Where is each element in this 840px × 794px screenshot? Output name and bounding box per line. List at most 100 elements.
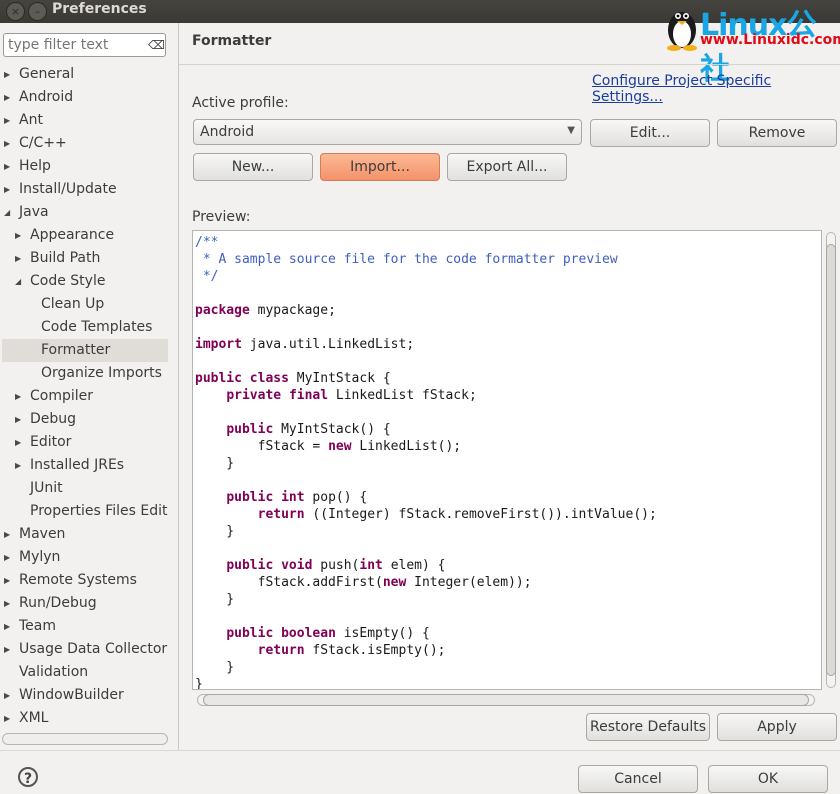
- watermark-logo: Linux公社 www.Linuxidc.com: [662, 0, 840, 87]
- preference-tree[interactable]: ▶ General ▶ Android ▶ Ant ▶ C/C++ ▶ Help ▶ Install/…: [0, 63, 168, 733]
- tree-item-usage-data-collector[interactable]: ▶ Usage Data Collector: [2, 638, 168, 661]
- tree-item-label: Editor: [30, 434, 72, 450]
- tree-item-clean-up[interactable]: Clean Up: [2, 293, 168, 316]
- configure-project-settings-link[interactable]: Configure Project Specific Settings...: [592, 73, 840, 105]
- code-preview[interactable]: /** * A sample source file for the code …: [192, 230, 822, 690]
- restore-defaults-button[interactable]: Restore Defaults: [586, 713, 710, 741]
- profile-combo[interactable]: Android ▼: [193, 119, 582, 145]
- expand-arrow-icon[interactable]: ▶: [4, 63, 14, 86]
- code-line: return ((Integer) fStack.removeFirst()).…: [257, 507, 657, 522]
- tree-item-label: Android: [19, 89, 74, 105]
- tree-item-build-path[interactable]: ▶ Build Path: [2, 247, 168, 270]
- code-line: return fStack.isEmpty();: [257, 643, 446, 658]
- import-profile-button[interactable]: Import...: [320, 153, 440, 181]
- remove-button[interactable]: Remove: [717, 119, 837, 147]
- tree-item-debug[interactable]: ▶ Debug: [2, 408, 168, 431]
- expand-arrow-icon[interactable]: ▶: [15, 385, 25, 408]
- preview-horizontal-scroll-thumb[interactable]: [203, 694, 809, 706]
- close-icon[interactable]: ×: [6, 2, 25, 21]
- expand-arrow-icon[interactable]: ▶: [4, 592, 14, 615]
- tree-item-label: Appearance: [30, 227, 115, 243]
- tree-item-label: JUnit: [30, 480, 63, 496]
- expand-arrow-icon[interactable]: ▶: [4, 546, 14, 569]
- expand-arrow-icon[interactable]: ▶: [4, 155, 14, 178]
- tree-item-label: Installed JREs: [30, 457, 125, 473]
- tree-item-label: Build Path: [30, 250, 101, 266]
- tree-item-compiler[interactable]: ▶ Compiler: [2, 385, 168, 408]
- tree-horizontal-scrollbar[interactable]: [2, 733, 168, 745]
- expand-arrow-icon[interactable]: ▶: [4, 109, 14, 132]
- tree-item-maven[interactable]: ▶ Maven: [2, 523, 168, 546]
- expand-arrow-icon[interactable]: ▶: [4, 178, 14, 201]
- preview-vertical-scrollbar[interactable]: [824, 230, 838, 690]
- watermark-url: www.Linuxidc.com: [700, 32, 840, 48]
- tree-item-c-c[interactable]: ▶ C/C++: [2, 132, 168, 155]
- new-profile-button[interactable]: New...: [193, 153, 313, 181]
- tree-item-label: General: [19, 66, 75, 82]
- filter-box[interactable]: ⌫: [3, 33, 166, 57]
- apply-button[interactable]: Apply: [717, 713, 837, 741]
- expand-arrow-icon[interactable]: ▶: [4, 638, 14, 661]
- tree-item-help[interactable]: ▶ Help: [2, 155, 168, 178]
- expand-arrow-icon[interactable]: ▶: [15, 247, 25, 270]
- tree-item-label: Java: [19, 204, 49, 220]
- code-line: public MyIntStack() {: [226, 422, 391, 437]
- header-separator: [179, 64, 840, 65]
- expand-arrow-icon[interactable]: ▶: [4, 684, 14, 707]
- filter-input[interactable]: [8, 36, 143, 54]
- tree-item-formatter[interactable]: Formatter: [2, 339, 168, 362]
- expand-arrow-icon[interactable]: ▶: [4, 523, 14, 546]
- tree-item-mylyn[interactable]: ▶ Mylyn: [2, 546, 168, 569]
- expand-arrow-icon[interactable]: ▶: [4, 86, 14, 109]
- expand-arrow-icon[interactable]: ▶: [4, 615, 14, 638]
- tree-item-label: Help: [19, 158, 51, 174]
- code-line: private final LinkedList fStack;: [226, 388, 477, 403]
- preview-vertical-scroll-thumb[interactable]: [826, 244, 836, 676]
- tree-item-ant[interactable]: ▶ Ant: [2, 109, 168, 132]
- tree-item-properties-files-edito[interactable]: Properties Files Edito: [2, 500, 168, 523]
- expand-arrow-icon[interactable]: ▶: [15, 431, 25, 454]
- tree-item-general[interactable]: ▶ General: [2, 63, 168, 86]
- tree-item-team[interactable]: ▶ Team: [2, 615, 168, 638]
- tree-item-label: Remote Systems: [19, 572, 137, 588]
- tree-item-organize-imports[interactable]: Organize Imports: [2, 362, 168, 385]
- collapse-arrow-icon[interactable]: ◢: [4, 201, 14, 224]
- tree-item-appearance[interactable]: ▶ Appearance: [2, 224, 168, 247]
- edit-button[interactable]: Edit...: [590, 119, 710, 147]
- tree-item-code-style[interactable]: ◢ Code Style: [2, 270, 168, 293]
- tree-item-windowbuilder[interactable]: ▶ WindowBuilder: [2, 684, 168, 707]
- tree-item-label: Team: [19, 618, 57, 634]
- minimize-icon[interactable]: –: [28, 2, 47, 21]
- tree-item-code-templates[interactable]: Code Templates: [2, 316, 168, 339]
- collapse-arrow-icon[interactable]: ◢: [15, 270, 25, 293]
- tree-item-android[interactable]: ▶ Android: [2, 86, 168, 109]
- expand-arrow-icon[interactable]: ▶: [4, 707, 14, 730]
- tree-item-install-update[interactable]: ▶ Install/Update: [2, 178, 168, 201]
- ok-button[interactable]: OK: [708, 765, 828, 793]
- clear-filter-icon[interactable]: ⌫: [148, 38, 165, 52]
- tree-item-java[interactable]: ◢ Java: [2, 201, 168, 224]
- export-all-button[interactable]: Export All...: [447, 153, 567, 181]
- cancel-button[interactable]: Cancel: [578, 765, 698, 793]
- tree-item-label: Compiler: [30, 388, 94, 404]
- preview-label: Preview:: [192, 209, 251, 225]
- tree-item-xml[interactable]: ▶ XML: [2, 707, 168, 730]
- expand-arrow-icon[interactable]: ▶: [4, 569, 14, 592]
- pane-divider[interactable]: [178, 23, 179, 750]
- expand-arrow-icon[interactable]: ▶: [4, 132, 14, 155]
- preview-horizontal-scrollbar[interactable]: [193, 692, 822, 708]
- tree-item-run-debug[interactable]: ▶ Run/Debug: [2, 592, 168, 615]
- tree-item-junit[interactable]: JUnit: [2, 477, 168, 500]
- code-line: */: [195, 269, 219, 284]
- expand-arrow-icon[interactable]: ▶: [15, 454, 25, 477]
- tree-item-installed-jres[interactable]: ▶ Installed JREs: [2, 454, 168, 477]
- expand-arrow-icon[interactable]: ▶: [15, 224, 25, 247]
- code-line: * A sample source file for the code form…: [195, 252, 618, 267]
- tree-item-remote-systems[interactable]: ▶ Remote Systems: [2, 569, 168, 592]
- help-icon[interactable]: ?: [18, 767, 38, 787]
- code-line: public int pop() {: [226, 490, 368, 505]
- expand-arrow-icon[interactable]: ▶: [15, 408, 25, 431]
- tree-item-editor[interactable]: ▶ Editor: [2, 431, 168, 454]
- tree-item-validation[interactable]: Validation: [2, 661, 168, 684]
